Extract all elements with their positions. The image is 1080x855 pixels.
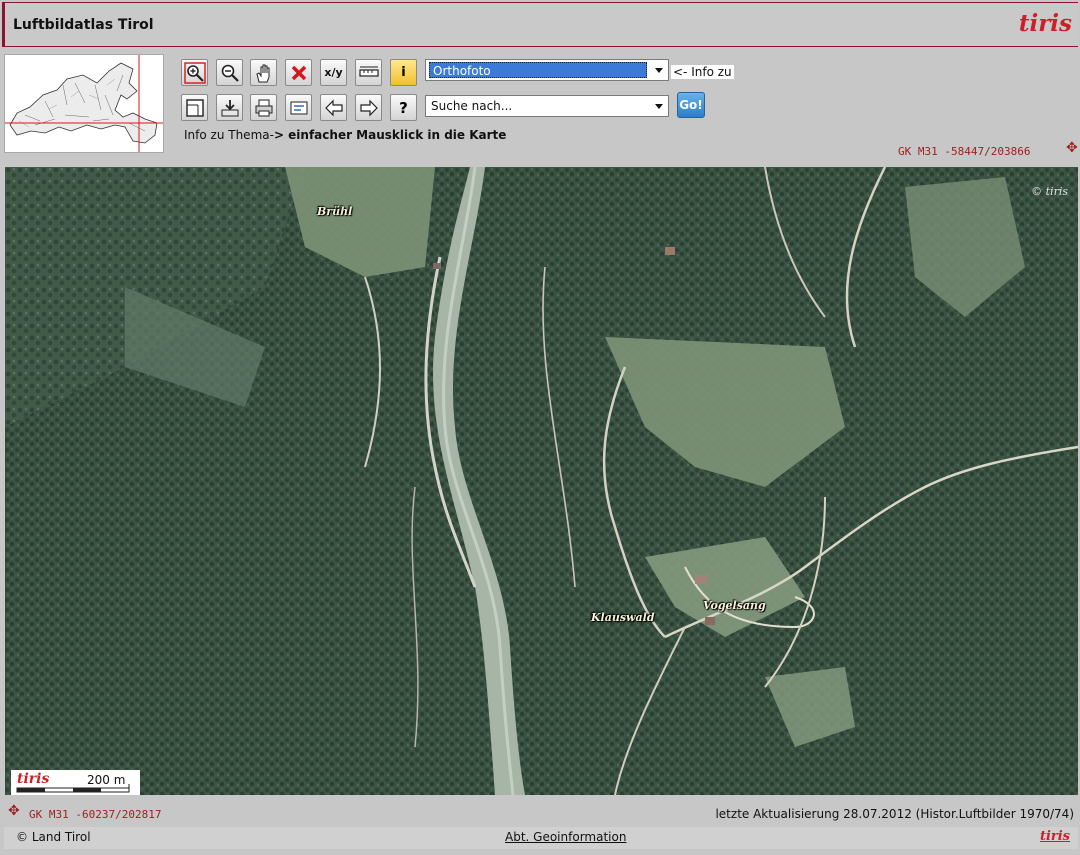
legend-button[interactable]: [285, 94, 312, 121]
scale-bar-graphic: [16, 784, 130, 793]
arrow-left-icon: [324, 99, 343, 116]
zoom-out-button[interactable]: [216, 59, 243, 86]
chevron-down-icon: [655, 68, 663, 73]
info-icon: i: [401, 65, 406, 80]
zoom-in-icon: [183, 61, 206, 84]
coordinates-button[interactable]: x/y: [320, 59, 347, 86]
forward-button[interactable]: [355, 94, 382, 121]
full-extent-button[interactable]: [181, 94, 208, 121]
question-icon: ?: [399, 98, 408, 117]
info-instruction-prefix: Info zu Thema-: [184, 128, 274, 142]
update-info: letzte Aktualisierung 28.07.2012 (Histor…: [715, 807, 1074, 821]
help-button[interactable]: ?: [390, 94, 417, 121]
coordinate-readout-top: GK M31 -58447/203866: [898, 145, 1031, 158]
tiris-logo[interactable]: tiris: [1019, 10, 1072, 37]
search-select[interactable]: Suche nach...: [425, 95, 669, 117]
info-button[interactable]: i: [390, 59, 417, 86]
place-label-bruehl: Brühl: [317, 205, 353, 218]
back-button[interactable]: [320, 94, 347, 121]
zoom-out-icon: [221, 64, 239, 82]
theme-select-value: Orthofoto: [429, 62, 647, 78]
theme-select[interactable]: Orthofoto: [425, 59, 669, 81]
search-select-value: Suche nach...: [431, 99, 513, 113]
chevron-down-icon: [655, 104, 663, 109]
map-canvas[interactable]: © tiris Brühl Klauswald Vogelsang: [5, 167, 1078, 795]
frame-icon: [185, 98, 204, 117]
arrow-right-icon: [359, 99, 378, 116]
coordinate-readout-bottom: GK M31 -60237/202817: [29, 808, 162, 821]
info-instruction-bold: > einfacher Mausklick in die Karte: [273, 128, 507, 142]
footer-bar: © Land Tirol Abt. Geoinformation tiris: [4, 827, 1078, 849]
xy-icon: x/y: [324, 66, 343, 79]
info-hint: <- Info zu: [671, 65, 734, 79]
move-arrows-icon[interactable]: ✥: [1066, 140, 1078, 156]
clear-button[interactable]: [285, 59, 312, 86]
info-instruction: Info zu Thema-> einfacher Mausklick in d…: [184, 128, 506, 142]
map-copyright: © tiris: [1031, 185, 1068, 198]
title-bar: Luftbildatlas Tirol tiris: [2, 2, 1078, 47]
toolbar-area: x/y i ? Orthofoto <- Info zu Suche nach.…: [0, 49, 1080, 164]
download-button[interactable]: [216, 94, 243, 121]
measure-button[interactable]: [355, 59, 382, 86]
printer-icon: [255, 99, 272, 116]
move-arrows-icon[interactable]: ✥: [8, 803, 20, 819]
place-label-vogelsang: Vogelsang: [703, 599, 766, 612]
overview-map[interactable]: [4, 54, 164, 153]
go-button[interactable]: Go!: [677, 92, 705, 118]
geoinformation-link[interactable]: Abt. Geoinformation: [505, 830, 626, 844]
aerial-photo: [5, 167, 1078, 795]
download-icon: [221, 99, 238, 116]
ruler-icon: [358, 66, 379, 77]
copyright-text: © Land Tirol: [16, 830, 91, 844]
tiris-footer-link[interactable]: tiris: [1040, 829, 1070, 844]
legend-icon: [290, 101, 307, 114]
place-label-klauswald: Klauswald: [591, 611, 655, 624]
scale-bar: tiris 200 m: [11, 770, 140, 795]
zoom-in-button[interactable]: [181, 59, 208, 86]
app-title: Luftbildatlas Tirol: [13, 17, 154, 33]
hand-icon: [255, 64, 269, 82]
pan-button[interactable]: [250, 59, 277, 86]
print-button[interactable]: [250, 94, 277, 121]
red-x-icon: [291, 65, 306, 80]
